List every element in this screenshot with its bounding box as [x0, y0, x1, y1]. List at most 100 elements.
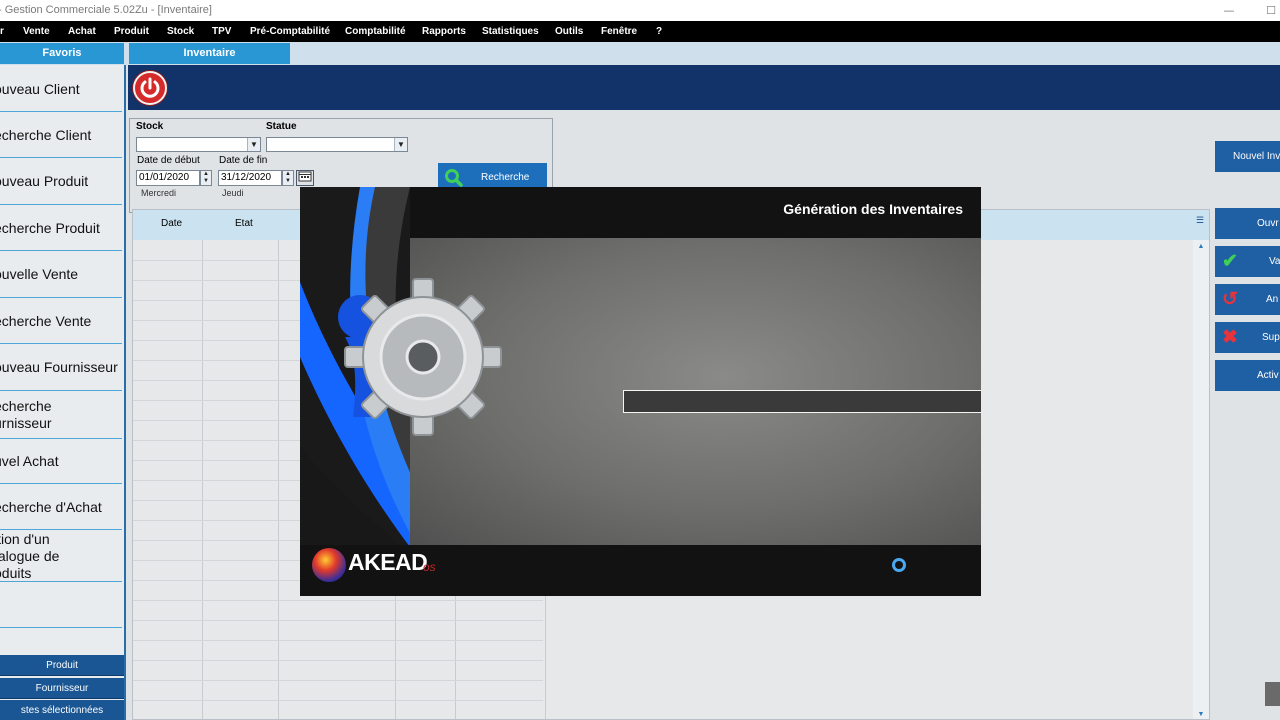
sidebar-item-nouvelle-vente[interactable]: ouvelle Vente: [0, 251, 122, 298]
menu-item-produit[interactable]: Produit: [114, 21, 149, 42]
statue-label: Statue: [266, 121, 297, 132]
power-icon: [140, 77, 160, 98]
delete-button-label: Supp: [1262, 332, 1280, 343]
sidebar-item-nouvel-achat[interactable]: uvel Achat: [0, 439, 122, 484]
menu-item-vente[interactable]: Vente: [23, 21, 50, 42]
close-form-button[interactable]: [133, 71, 167, 105]
menu-bar: r Vente Achat Produit Stock TPV Pré-Comp…: [0, 21, 1280, 42]
sidebar-item-nouveau-client[interactable]: ouveau Client: [0, 65, 122, 112]
sidebar-item-label: echerche Client: [0, 127, 92, 143]
minimize-button[interactable]: —: [1216, 0, 1242, 21]
menu-item-tpv[interactable]: TPV: [212, 21, 231, 42]
menu-item-achat[interactable]: Achat: [68, 21, 96, 42]
row-divider: [133, 660, 543, 661]
activate-button-label: Activ: [1257, 370, 1279, 381]
splash-title: Génération des Inventaires: [783, 201, 963, 217]
akead-logo-icon: [312, 548, 346, 582]
tab-favoris[interactable]: Favoris: [0, 43, 124, 64]
row-divider: [133, 640, 543, 641]
sidebar-item-recherche-vente[interactable]: echerche Vente: [0, 298, 122, 344]
menu-item-pre-comptabilite[interactable]: Pré-Comptabilité: [250, 21, 330, 42]
calendar-icon[interactable]: [296, 170, 314, 186]
sidebar-item-empty: [0, 582, 122, 628]
sidebar-item-recherche-produit[interactable]: echerche Produit: [0, 205, 122, 251]
validate-button-label: Va: [1269, 256, 1280, 267]
open-button-label: Ouvr: [1257, 218, 1279, 229]
gear-icon: [338, 278, 502, 436]
generation-splash-dialog: Génération des Inventaires AKEAD os: [300, 187, 981, 596]
sidebar-item-edition-catalogue[interactable]: ition d'un talogue de oduits: [0, 530, 122, 582]
date-debut-label: Date de début: [137, 155, 200, 166]
header-banner: [128, 65, 1280, 110]
maximize-button[interactable]: ☐: [1258, 0, 1280, 21]
row-divider: [133, 620, 543, 621]
splash-header: Génération des Inventaires: [410, 187, 981, 238]
menu-item-first[interactable]: r: [0, 21, 4, 42]
chevron-down-icon[interactable]: ▼: [247, 138, 260, 151]
row-divider: [133, 700, 543, 701]
tab-strip: Favoris Inventaire: [0, 42, 1280, 65]
sidebar-item-label: uvel Achat: [0, 453, 59, 469]
date-debut-spinner[interactable]: ▲ ▼: [200, 170, 212, 186]
sidebar-item-label: ition d'un: [0, 531, 50, 547]
resize-grip[interactable]: [1265, 682, 1280, 706]
title-bar: - Gestion Commerciale 5.02Zu - [Inventai…: [0, 0, 1280, 21]
row-divider: [133, 680, 543, 681]
menu-item-rapports[interactable]: Rapports: [422, 21, 466, 42]
scroll-down-icon[interactable]: ▼: [1193, 711, 1209, 718]
date-debut-field[interactable]: 01/01/2020: [136, 170, 200, 186]
date-fin-label: Date de fin: [219, 155, 268, 166]
brand-suffix: os: [423, 560, 436, 574]
activate-button[interactable]: Activ: [1215, 360, 1280, 391]
checkmark-icon: ✔: [1222, 251, 1238, 272]
sidebar-item-recherche-achat[interactable]: echerche d'Achat: [0, 484, 122, 530]
stock-select[interactable]: ▼: [136, 137, 261, 152]
menu-item-outils[interactable]: Outils: [555, 21, 583, 42]
menu-item-help[interactable]: ?: [656, 21, 662, 42]
sidebar-item-nouveau-fournisseur[interactable]: ouveau Fournisseur: [0, 344, 122, 391]
delete-button[interactable]: ✖ Supp: [1215, 322, 1280, 353]
sidebar-item-label: echerche Vente: [0, 313, 92, 329]
grid-menu-icon[interactable]: ☰: [1196, 216, 1206, 225]
validate-button[interactable]: ✔ Va: [1215, 246, 1280, 277]
cancel-button[interactable]: ↺ An: [1215, 284, 1280, 315]
menu-item-fenetre[interactable]: Fenêtre: [601, 21, 637, 42]
date-fin-day: Jeudi: [222, 188, 244, 198]
sidebar-item-label: ouveau Client: [0, 81, 80, 97]
sidebar-item-label: ouveau Produit: [0, 173, 89, 189]
search-icon: [445, 169, 463, 187]
delete-x-icon: ✖: [1222, 327, 1238, 348]
sidebar-item-nouveau-produit[interactable]: ouveau Produit: [0, 158, 122, 205]
sidebar-item-recherche-client[interactable]: echerche Client: [0, 112, 122, 158]
sidebar-section-listes[interactable]: stes sélectionnées: [0, 700, 124, 720]
menu-item-comptabilite[interactable]: Comptabilité: [345, 21, 406, 42]
column-header-etat[interactable]: Etat: [235, 218, 253, 229]
menu-item-stock[interactable]: Stock: [167, 21, 194, 42]
brand-name: AKEAD: [348, 549, 428, 575]
sidebar-item-label: oduits: [0, 565, 32, 581]
sidebar-item-recherche-fournisseur[interactable]: echerche urnisseur: [0, 391, 122, 439]
sidebar-item-label: echerche Produit: [0, 220, 100, 236]
statue-select[interactable]: ▼: [266, 137, 408, 152]
sidebar-section-fournisseur[interactable]: Fournisseur: [0, 678, 124, 699]
column-header-date[interactable]: Date: [161, 218, 182, 229]
chevron-down-icon[interactable]: ▼: [394, 138, 407, 151]
sidebar-section-produit[interactable]: Produit: [0, 655, 124, 676]
undo-icon: ↺: [1222, 289, 1238, 310]
scroll-up-icon[interactable]: ▲: [1193, 243, 1209, 250]
sidebar-item-label: echerche: [0, 398, 52, 414]
loading-spinner-icon: [892, 558, 906, 572]
sidebar-item-label: echerche d'Achat: [0, 499, 102, 515]
open-button[interactable]: Ouvr: [1215, 208, 1280, 239]
progress-bar: [623, 390, 981, 413]
sidebar-item-label: ouvelle Vente: [0, 266, 79, 282]
vertical-scrollbar[interactable]: ▲ ▼: [1193, 240, 1209, 719]
date-debut-day: Mercredi: [141, 188, 177, 198]
cancel-button-label: An: [1266, 294, 1279, 305]
new-inventory-button[interactable]: Nouvel Inv: [1215, 141, 1280, 172]
date-fin-field[interactable]: 31/12/2020: [218, 170, 282, 186]
menu-item-statistiques[interactable]: Statistiques: [482, 21, 539, 42]
date-fin-spinner[interactable]: ▲ ▼: [282, 170, 294, 186]
tab-inventaire[interactable]: Inventaire: [129, 43, 290, 64]
sidebar-item-label: urnisseur: [0, 415, 52, 431]
